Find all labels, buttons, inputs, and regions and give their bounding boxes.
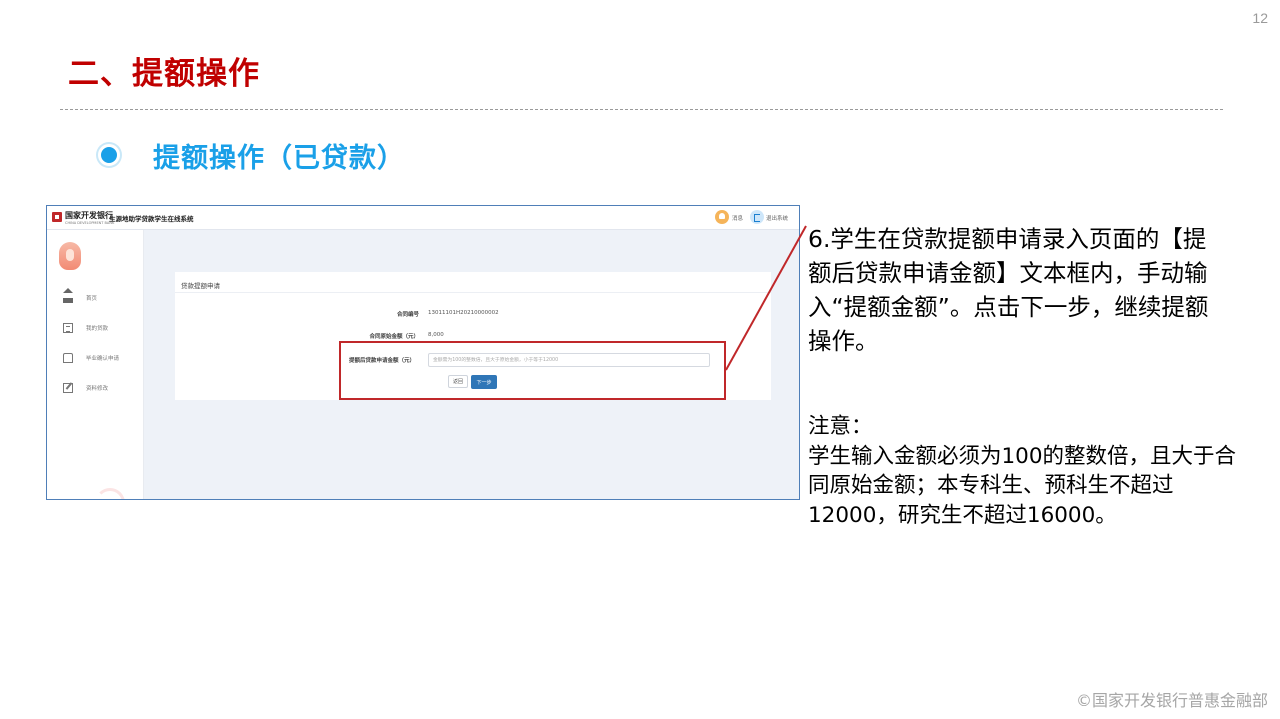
app-header: 国家开发银行 CHINA DEVELOPMENT BANK 生源地助学贷款学生在…: [47, 206, 799, 230]
bell-icon[interactable]: [715, 210, 729, 224]
sidebar-item-label: 毕业确认申请: [86, 356, 120, 362]
title-divider: [60, 109, 1223, 110]
page-number: 12: [1252, 10, 1268, 26]
app-sidebar: 首页 我的贷款 毕业确认申请 资料修改: [47, 230, 144, 499]
sidebar-item-label: 首页: [86, 296, 98, 302]
contract-number-value: 13011101H20210000002: [428, 310, 499, 316]
slide-title: 二、提额操作: [68, 56, 260, 92]
edit-icon: [63, 383, 73, 393]
contract-number-label: 合同编号: [396, 312, 419, 318]
sidebar-item-home[interactable]: 首页: [63, 288, 143, 306]
home-icon: [63, 288, 73, 303]
form-title: 贷款提额申请: [181, 282, 220, 290]
bullet-dot-icon: [98, 144, 120, 166]
logout-link[interactable]: 退出系统: [766, 214, 788, 222]
note-block: 注意： 学生输入金额必须为100的整数倍，且大于合同原始金额；本专科生、预科生不…: [808, 412, 1248, 530]
brand-subtitle: CHINA DEVELOPMENT BANK: [65, 221, 115, 225]
sidebar-item-my-loans[interactable]: 我的贷款: [63, 322, 143, 336]
instruction-text: 6.学生在贷款提额申请录入页面的【提额后贷款申请金额】文本框内，手动输入“提额金…: [808, 225, 1209, 355]
avatar: [59, 242, 81, 270]
bank-logo-icon: [52, 212, 62, 222]
brand-name: 国家开发银行: [65, 210, 113, 220]
graduation-icon: [63, 353, 73, 363]
logout-icon[interactable]: [750, 210, 764, 224]
highlight-box: [339, 341, 726, 400]
message-link[interactable]: 消息: [732, 214, 743, 222]
section-title: 提额操作（已贷款）: [153, 143, 405, 174]
form-divider: [175, 292, 771, 293]
sidebar-item-profile-edit[interactable]: 资料修改: [63, 382, 143, 396]
original-amount-label: 合同原始金额（元）: [369, 334, 419, 340]
footer-copyright: ©国家开发银行普惠金融部: [1075, 691, 1268, 710]
note-heading: 注意：: [808, 414, 873, 439]
sidebar-item-graduation[interactable]: 毕业确认申请: [63, 352, 143, 366]
sidebar-item-label: 我的贷款: [86, 326, 109, 332]
sidebar-item-label: 资料修改: [86, 386, 109, 392]
system-name: 生源地助学贷款学生在线系统: [109, 215, 194, 223]
note-body: 学生输入金额必须为100的整数倍，且大于合同原始金额；本专科生、预科生不超过12…: [808, 443, 1237, 528]
document-icon: [63, 323, 73, 333]
original-amount-value: 8,000: [428, 332, 444, 338]
decorative-arc: [95, 488, 125, 499]
